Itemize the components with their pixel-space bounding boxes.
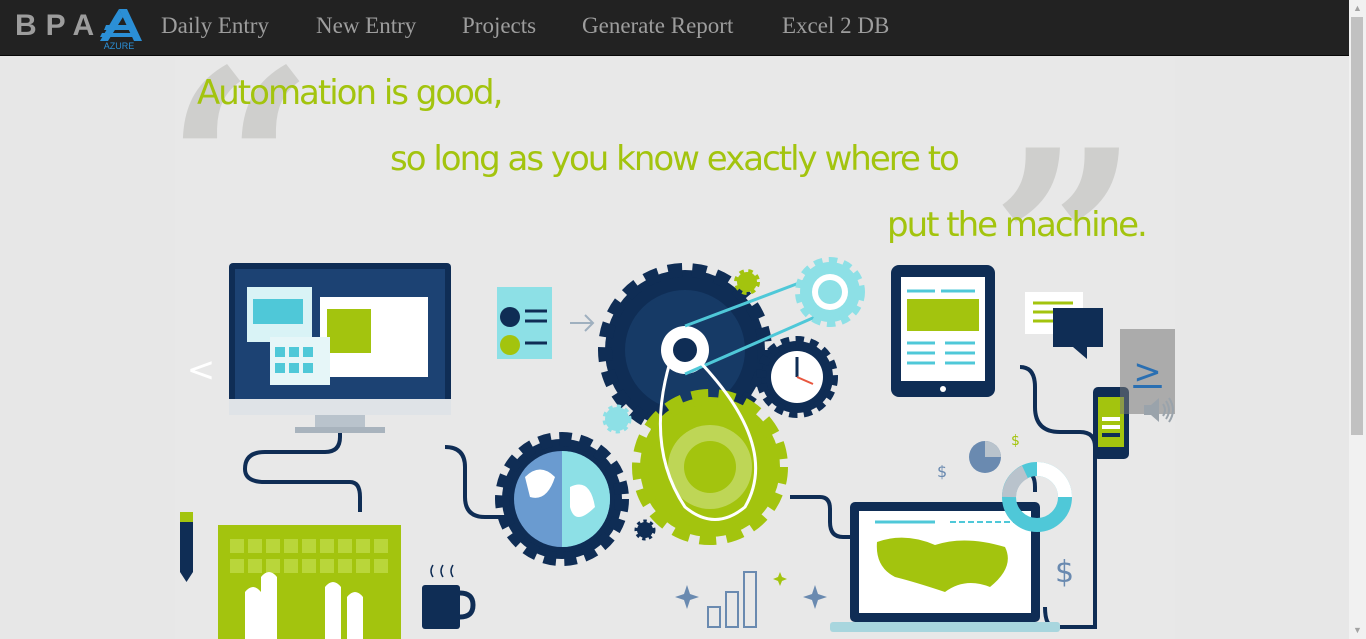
brand-name[interactable]: BPA	[15, 8, 103, 48]
quote-line-2: so long as you know exactly where to	[390, 139, 960, 179]
automation-gears-illustration: $ $ $	[180, 257, 1129, 639]
nav-daily-entry[interactable]: Daily Entry	[161, 12, 269, 40]
quote-line-1: Automation is good,	[197, 73, 503, 113]
svg-text:$: $	[1011, 433, 1020, 449]
svg-text:$: $	[1055, 555, 1074, 590]
nav-projects[interactable]: Projects	[462, 12, 536, 40]
scroll-up-arrow-icon[interactable]: ▲	[1349, 0, 1366, 17]
scroll-down-arrow-icon[interactable]: ▼	[1349, 622, 1366, 639]
nav-excel-2-db[interactable]: Excel 2 DB	[782, 12, 889, 40]
carousel-prev-button[interactable]: <	[175, 340, 227, 400]
scroll-thumb[interactable]	[1351, 17, 1363, 435]
speaker-icon[interactable]	[1140, 393, 1176, 427]
nav-new-entry[interactable]: New Entry	[316, 12, 416, 40]
carousel-slide: “ ” Automation is good, so long as you k…	[175, 57, 1175, 639]
azure-logo-icon[interactable]: AZURE	[92, 7, 146, 51]
vertical-scrollbar[interactable]: ▲ ▼	[1349, 0, 1366, 639]
logo-text: AZURE	[104, 41, 135, 51]
nav-generate-report[interactable]: Generate Report	[582, 12, 733, 40]
quote-line-3: put the machine.	[887, 205, 1148, 245]
svg-text:$: $	[937, 462, 947, 481]
navbar: BPA AZURE Daily Entry New Entry Projects…	[0, 0, 1366, 56]
